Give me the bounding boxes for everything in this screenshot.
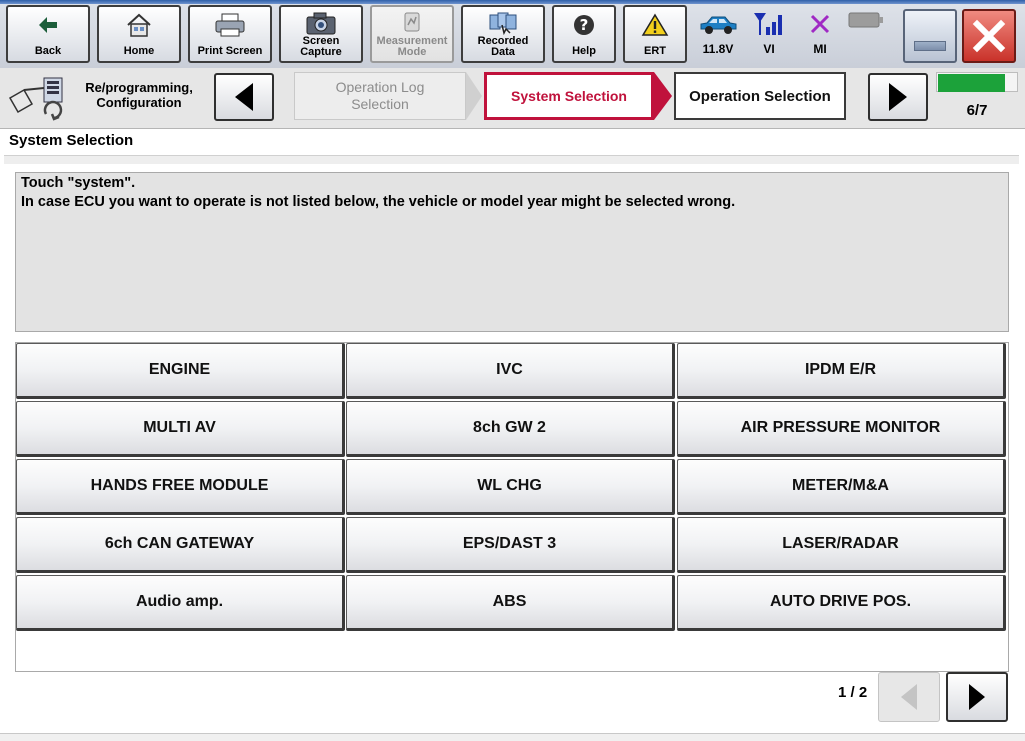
mi-indicator: MI — [798, 6, 842, 62]
minimize-icon — [914, 41, 946, 51]
battery-voltage-indicator: 11.8V — [696, 6, 740, 62]
printer-icon — [190, 12, 270, 38]
system-button-audio-amp[interactable]: Audio amp. — [16, 575, 345, 631]
top-toolbar: Back Home Print Screen Screen Capture Me… — [0, 0, 1025, 69]
measurement-mode-button[interactable]: Measurement Mode — [370, 5, 454, 63]
breadcrumb-step-operation-selection[interactable]: Operation Selection — [674, 72, 846, 120]
step-progress: 6/7 — [936, 72, 1018, 122]
breadcrumb-step-operation-log[interactable]: Operation Log Selection — [294, 72, 466, 120]
print-screen-button[interactable]: Print Screen — [188, 5, 272, 63]
system-button-ivc[interactable]: IVC — [346, 343, 675, 399]
help-button[interactable]: ? Help — [552, 5, 616, 63]
battery-icon — [846, 6, 886, 34]
home-icon — [99, 12, 179, 38]
breadcrumb-bar: Re/programming, Configuration Operation … — [0, 68, 1025, 129]
svg-text:?: ? — [580, 16, 589, 34]
close-icon — [972, 19, 1006, 53]
instruction-panel: Touch "system". In case ECU you want to … — [15, 172, 1009, 332]
section-divider — [4, 156, 1019, 164]
home-label: Home — [123, 45, 155, 57]
screen-capture-label-2: Capture — [300, 46, 342, 58]
system-button-6ch-can-gateway[interactable]: 6ch CAN GATEWAY — [16, 517, 345, 573]
help-label: Help — [572, 45, 596, 57]
triangle-left-icon — [901, 684, 917, 710]
triangle-left-icon — [235, 83, 253, 111]
system-button-meter-ma[interactable]: METER/M&A — [677, 459, 1006, 515]
instruction-line-1: Touch "system". — [21, 175, 136, 191]
back-button[interactable]: Back — [6, 5, 90, 63]
next-page-button[interactable] — [946, 672, 1008, 722]
vi-indicator: VI — [747, 6, 791, 62]
system-button-laser-radar[interactable]: LASER/RADAR — [677, 517, 1006, 573]
mi-label: MI — [813, 42, 827, 56]
system-button-wl-chg[interactable]: WL CHG — [346, 459, 675, 515]
progress-bar-fill — [938, 74, 1005, 92]
system-button-multi-av[interactable]: MULTI AV — [16, 401, 345, 457]
mode-label-line-2: Configuration — [96, 95, 182, 110]
mode-label: Re/programming, Configuration — [72, 80, 206, 110]
mi-cross-icon — [798, 10, 842, 38]
recorded-data-label-2: Data — [491, 46, 515, 58]
progress-text: 6/7 — [966, 102, 988, 119]
page-indicator: 1 / 2 — [838, 684, 868, 701]
system-button-abs[interactable]: ABS — [346, 575, 675, 631]
breadcrumb-back-button[interactable] — [214, 73, 274, 121]
vi-label: VI — [763, 42, 775, 56]
car-icon — [696, 10, 740, 38]
progress-bar — [936, 72, 1018, 92]
help-icon: ? — [554, 12, 614, 38]
system-button-eps-dast-3[interactable]: EPS/DAST 3 — [346, 517, 675, 573]
screen-capture-button[interactable]: Screen Capture — [279, 5, 363, 63]
reprogramming-icon — [6, 74, 68, 122]
print-screen-label: Print Screen — [197, 45, 263, 57]
measurement-label-2: Mode — [397, 46, 427, 58]
recorded-data-button[interactable]: Recorded Data — [461, 5, 545, 63]
system-button-air-pressure-monitor[interactable]: AIR PRESSURE MONITOR — [677, 401, 1006, 457]
system-button-engine[interactable]: ENGINE — [16, 343, 345, 399]
triangle-right-icon — [969, 684, 985, 710]
minimize-button[interactable] — [903, 9, 957, 63]
system-button-8ch-gw-2[interactable]: 8ch GW 2 — [346, 401, 675, 457]
triangle-right-icon — [889, 83, 907, 111]
breadcrumb-step-system-selection[interactable]: System Selection — [484, 72, 654, 120]
signal-icon — [747, 10, 791, 38]
ert-button[interactable]: ERT — [623, 5, 687, 63]
back-arrow-icon — [8, 12, 88, 38]
breadcrumb-active-arrow — [654, 72, 672, 120]
mode-label-line-1: Re/programming, — [85, 80, 193, 95]
recorded-data-icon — [463, 10, 543, 36]
section-title: System Selection — [4, 129, 1019, 156]
camera-icon — [281, 10, 361, 36]
breadcrumb-step-operation-log-line-2: Selection — [351, 96, 409, 112]
breadcrumb-step-operation-log-line-1: Operation Log — [335, 79, 425, 95]
close-button[interactable] — [962, 9, 1016, 63]
ert-label: ERT — [644, 45, 666, 57]
breadcrumb-next-button[interactable] — [868, 73, 928, 121]
battery-voltage-value: 11.8V — [702, 42, 734, 56]
warning-icon — [625, 12, 685, 38]
back-label: Back — [34, 45, 62, 57]
measurement-icon — [372, 10, 452, 36]
battery-indicator — [846, 6, 886, 62]
home-button[interactable]: Home — [97, 5, 181, 63]
instruction-line-2: In case ECU you want to operate is not l… — [21, 194, 736, 210]
system-button-ipdm-er[interactable]: IPDM E/R — [677, 343, 1006, 399]
system-button-hands-free-module[interactable]: HANDS FREE MODULE — [16, 459, 345, 515]
breadcrumb-arrow — [466, 72, 482, 120]
system-button-auto-drive-pos[interactable]: AUTO DRIVE POS. — [677, 575, 1006, 631]
previous-page-button[interactable] — [878, 672, 940, 722]
